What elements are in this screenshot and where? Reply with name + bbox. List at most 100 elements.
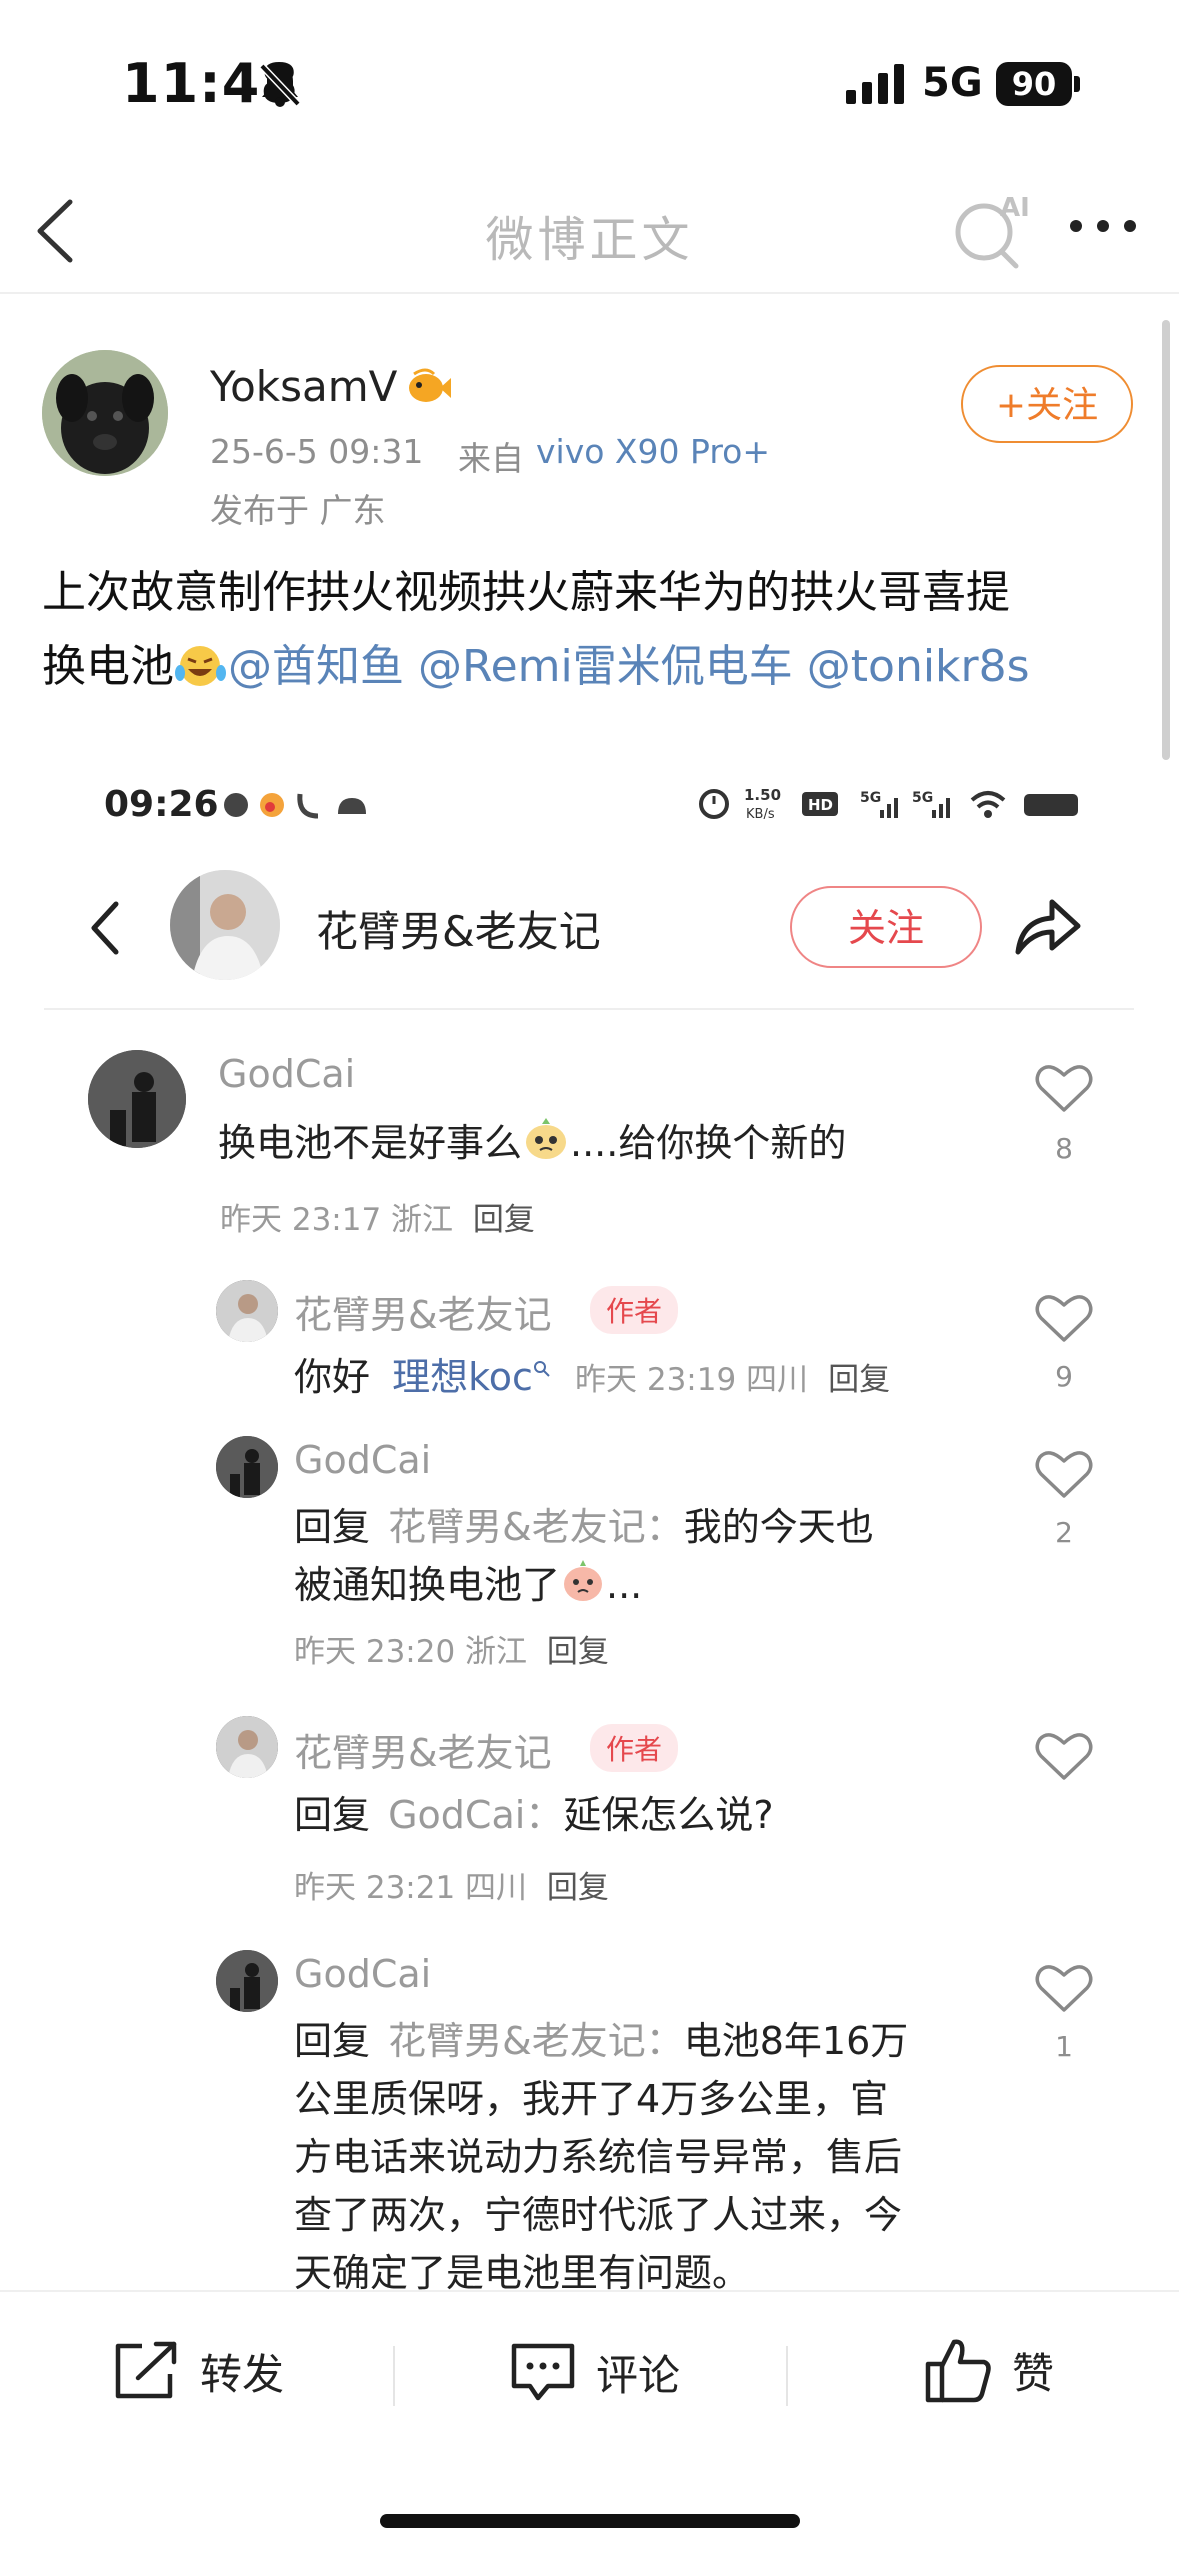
svg-text:5G: 5G [860,790,881,806]
comment-reply-link: 回复 [828,1362,891,1398]
comment-time-location: 昨天 23:20 浙江 [294,1634,528,1670]
comment-reply-target: 花臂男&老友记： [388,2019,684,2063]
like-button[interactable]: 赞 [924,2336,1054,2404]
comment-text-line5: 天确定了是电池里有问题。 [294,2251,751,2295]
comment-meta: 昨天 23:20 浙江 回复 [294,1626,609,1671]
comment-avatar [88,1050,186,1148]
post-via-label: 来自 [458,439,524,478]
comment-text-suffix: ... [606,1563,643,1607]
comment-text-line1: 回复 花臂男&老友记：电池8年16万 [294,2012,908,2070]
post-location: 发布于 广东 [210,491,386,530]
like-label: 赞 [1012,2348,1055,2398]
follow-button[interactable]: +关注 [961,365,1133,443]
comment-text-line4: 查了两次，宁德时代派了人过来，今 [294,2193,903,2237]
comment-reply-prefix: 回复 [294,2019,371,2063]
battery-tip [1074,76,1080,92]
comment-text-main: 换电池不是好事么 [218,1121,523,1165]
comment-label: 评论 [596,2350,681,2400]
heart-icon [1035,1965,1093,2012]
comment-author: 花臂男&老友记 [294,1293,552,1337]
comment-meta: 昨天 23:17 浙江 回复 [220,1194,535,1239]
home-indicator[interactable] [380,2514,800,2528]
comment-text-main: 你好 [294,1355,371,1399]
embedded-account-name: 花臂男&老友记 [316,907,601,956]
comment-text: 你好 理想koc 昨天 23:19 四川 回复 [294,1346,890,1401]
heart-icon [1035,1451,1093,1498]
svg-text:AI: AI [1000,193,1030,223]
comment-text-main: 我的今天也 [683,1505,874,1549]
comment-author: GodCai [218,1052,356,1096]
comment-text-line3: 方电话来说动力系统信号异常，售后 [294,2135,903,2179]
comment-reply-prefix: 回复 [294,1793,371,1837]
repost-button[interactable]: 转发 [112,2340,284,2402]
comment-text-main2: 被通知换电池了 [294,1563,561,1607]
comment-author: GodCai [294,1438,432,1482]
heart-icon [1035,1065,1093,1112]
comment-avatar [216,1280,278,1342]
post-text-prefix: 换电池 [42,641,174,692]
post-text-line2: 换电池 @酋知鱼 @Remi雷米侃电车 @tonikr8s [42,630,1142,704]
comment-time-location: 昨天 23:19 四川 [575,1362,809,1398]
author-tag: 作者 [590,1286,679,1334]
sad-peach-emoji-icon [564,1560,603,1601]
comment-text-main: 电池8年16万 [683,2019,909,2063]
ai-search-icon[interactable]: AI [950,190,1030,270]
author-name[interactable]: YoksamV [210,362,397,411]
repost-label: 转发 [200,2349,285,2399]
bell-muted-icon [259,63,301,107]
embedded-status-icons: 1.50 KB/s HD 5G 5G [699,786,1078,822]
fish-badge-icon [409,368,451,402]
heart-icon [1035,1295,1093,1342]
embedded-account-avatar [170,870,280,980]
comment-reply-prefix: 回复 [294,1505,371,1549]
repost-icon [115,2341,177,2399]
more-icon[interactable] [1068,218,1138,234]
thumbs-up-icon [925,2339,991,2403]
comment-reply-link: 回复 [546,1634,609,1670]
post-device[interactable]: vivo X90 Pro+ [536,432,770,471]
post-text: 上次故意制作拱火视频拱火蔚来华为的拱火哥喜提 换电池 @酋知鱼 @Remi雷米侃… [42,556,1142,704]
search-mini-icon [533,1361,550,1377]
svg-text:1.50: 1.50 [744,786,781,804]
comment-text: 回复 GodCai：延保怎么说? [294,1786,773,1844]
header-divider [0,292,1179,294]
bottom-bar-divider [0,2290,1179,2292]
comment-avatar [216,1950,278,2012]
comment-meta: 昨天 23:21 四川 回复 [294,1862,609,1907]
heart-icon [1035,1733,1093,1780]
laughing-crying-emoji-icon [175,646,226,686]
comment-text: 回复 花臂男&老友记：我的今天也 被通知换电池了... [294,1498,874,1614]
author-tag: 作者 [590,1724,679,1772]
mention-link[interactable]: @Remi雷米侃电车 [418,641,793,692]
embedded-share-icon [1015,899,1081,955]
like-count: 9 [1055,1360,1073,1393]
mention-link[interactable]: @tonikr8s [807,641,1030,692]
comment-avatar [216,1716,278,1778]
post-time: 25-6-5 09:31 [210,432,424,471]
bottom-bar-separator [786,2346,788,2406]
comment-text-suffix: ....给你换个新的 [570,1121,847,1165]
comment-text-main: 延保怎么说? [563,1793,774,1837]
mention-link[interactable]: @酋知鱼 [228,641,404,692]
like-count: 8 [1055,1132,1073,1165]
comment-text-line1: 回复 花臂男&老友记：我的今天也 [294,1498,874,1556]
embedded-status-time: 09:26 [104,784,219,825]
comment-text: 换电池不是好事么 ....给你换个新的 [218,1114,846,1172]
comment-time-location: 昨天 23:21 四川 [294,1870,528,1906]
svg-text:5G: 5G [912,790,933,806]
like-count: 2 [1055,1516,1073,1549]
embedded-follow-button: 关注 [790,886,982,968]
scrollbar[interactable] [1162,320,1170,760]
comment-text-line2: 被通知换电池了... [294,1556,874,1614]
signal-icon [846,64,904,104]
embedded-status-app-icons [224,793,366,819]
crying-emoji-icon [526,1118,567,1159]
author-avatar[interactable] [42,350,168,476]
post-text-line1: 上次故意制作拱火视频拱火蔚来华为的拱火哥喜提 [42,567,1010,618]
embedded-divider [44,1008,1134,1010]
comment-author: GodCai [294,1952,432,1996]
comment-mention: 理想koc [392,1355,533,1399]
comment-button[interactable]: 评论 [508,2340,680,2404]
embedded-back-icon [91,901,119,955]
svg-text:HD: HD [808,796,833,814]
